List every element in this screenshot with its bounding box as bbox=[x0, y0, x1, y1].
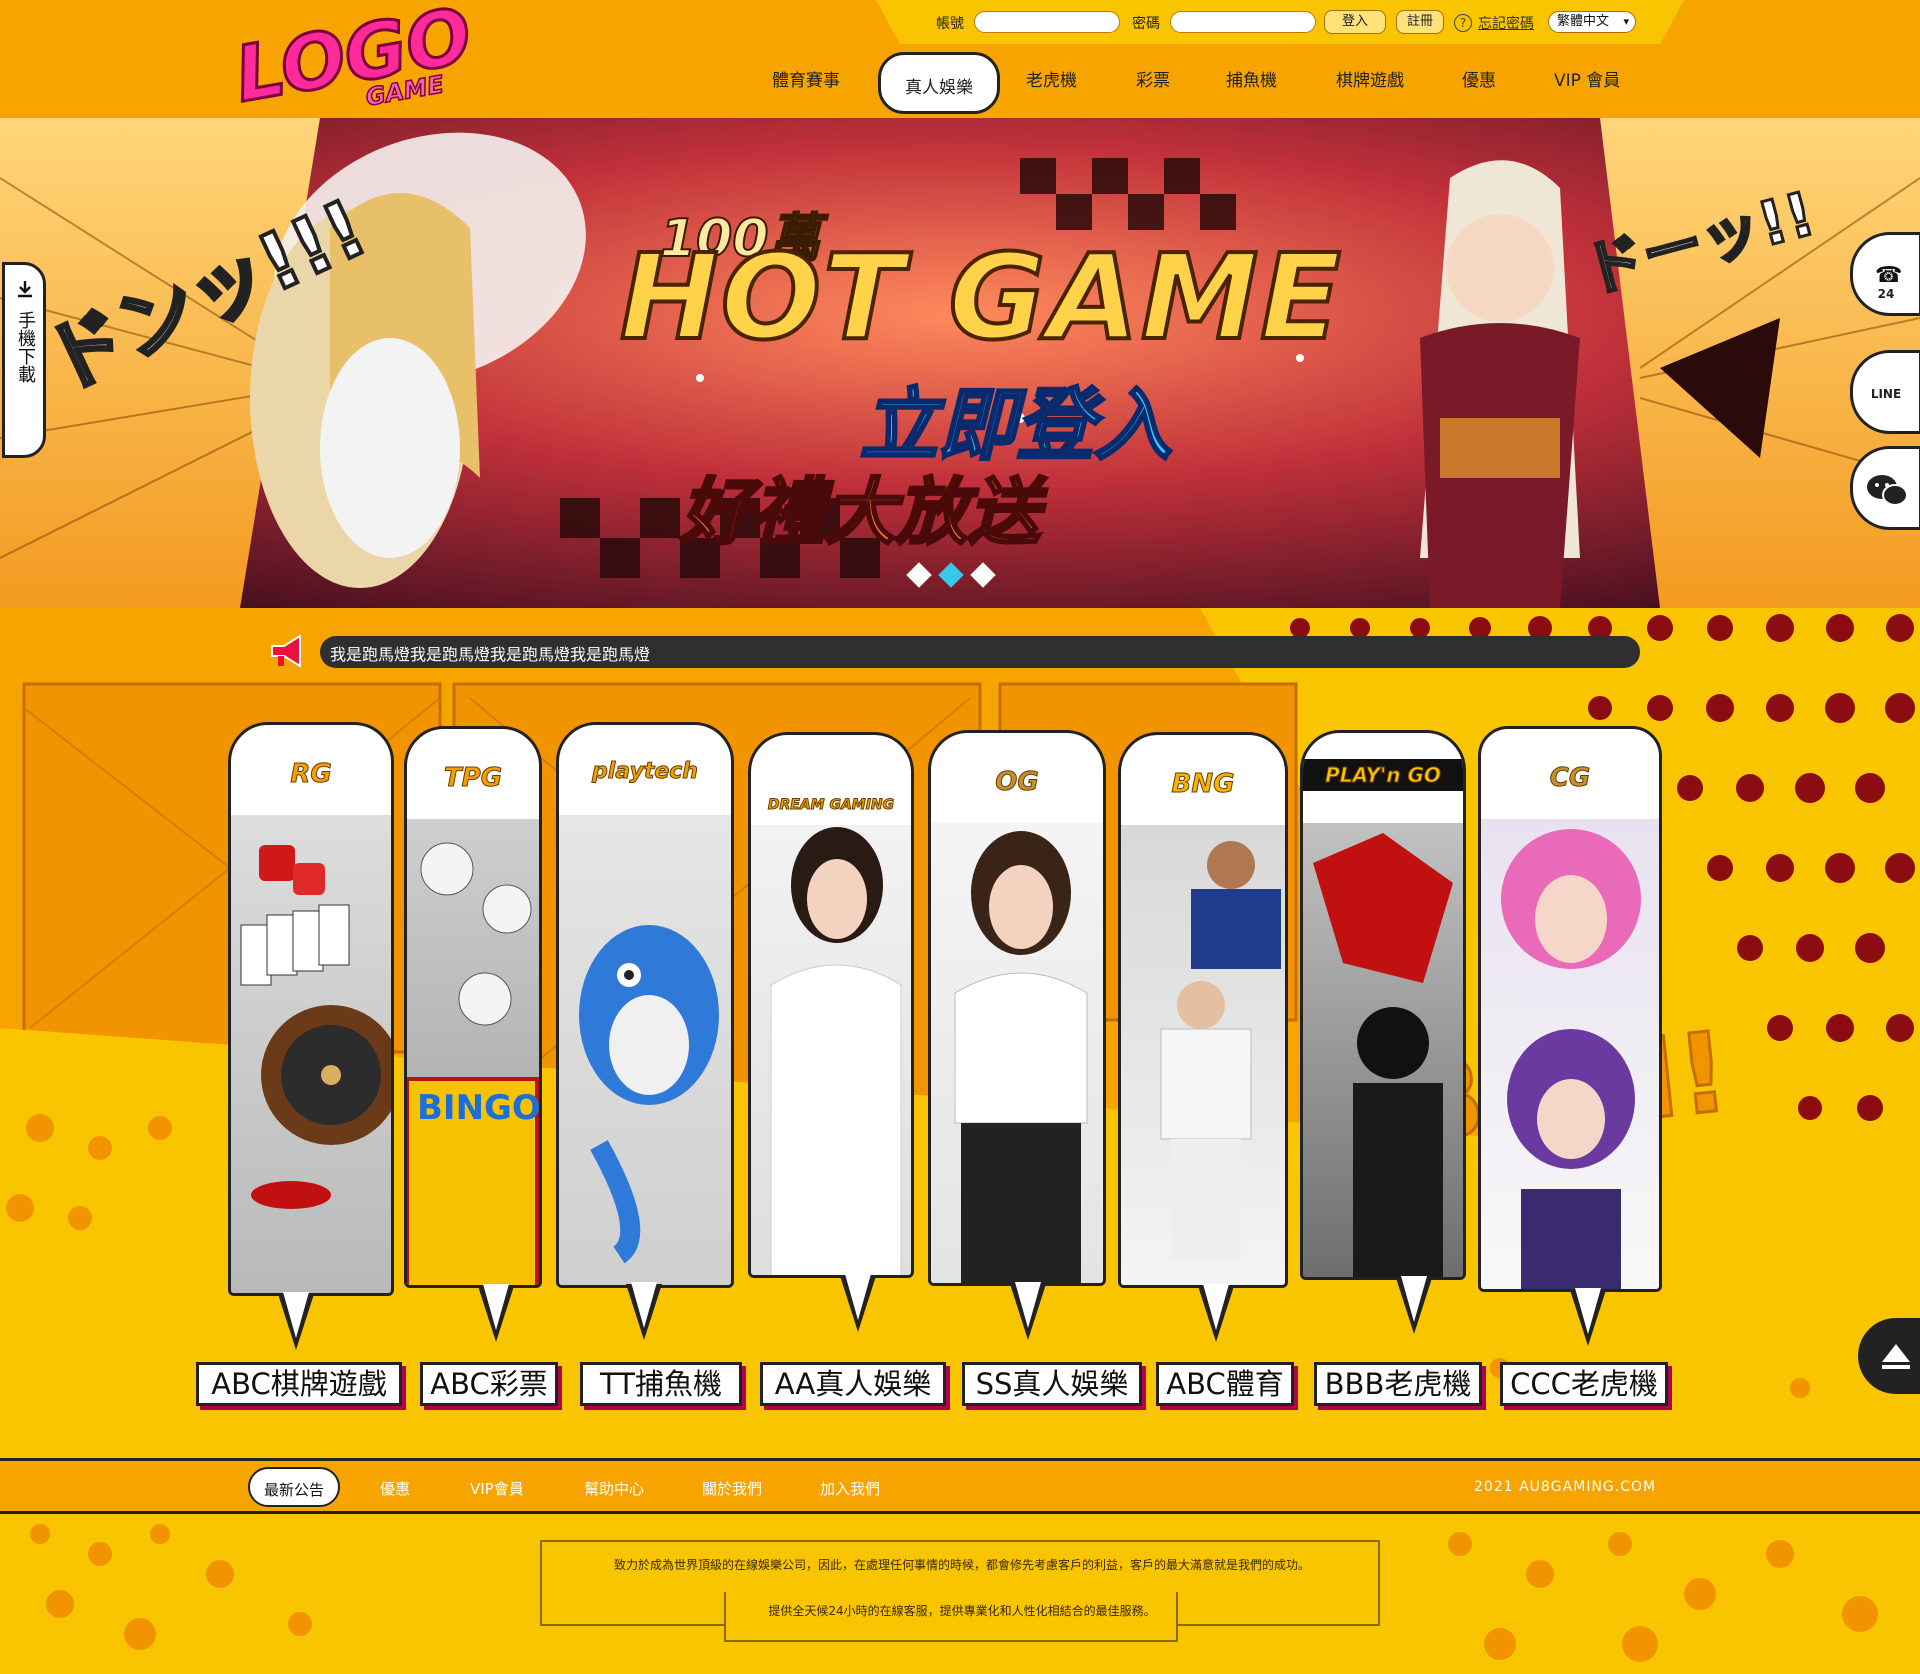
provider-artwork bbox=[231, 815, 391, 1293]
provider-artwork bbox=[751, 825, 911, 1275]
card-tail bbox=[1198, 1284, 1234, 1342]
mobile-download-label: 手機下載 bbox=[15, 311, 36, 383]
banner-tagline: 好禮大放送 bbox=[678, 469, 1041, 556]
provider-card-og[interactable]: OG bbox=[928, 730, 1106, 1286]
arrow-up-icon bbox=[1882, 1344, 1910, 1369]
card-tail bbox=[840, 1274, 876, 1332]
footer: 致力於成為世界頂級的在線娛樂公司，因此，在處理任何事情的時候，都會修先考慮客戶的… bbox=[0, 1514, 1920, 1674]
provider-logo: OG bbox=[995, 767, 1039, 798]
card-tail bbox=[1010, 1282, 1046, 1340]
footer-nav-vip[interactable]: VIP會員 bbox=[470, 1478, 524, 1499]
nav-card-games[interactable]: 棋牌遊戲 bbox=[1336, 66, 1404, 91]
footer-info-box-tab: 提供全天候24小時的在線客服，提供專業化和人性化相結合的最佳服務。 bbox=[724, 1592, 1178, 1642]
provider-card-tpg[interactable]: TPG BINGO bbox=[404, 726, 542, 1288]
copyright: 2021 AU8GAMING.COM bbox=[1474, 1479, 1657, 1495]
provider-card-bng[interactable]: BNG bbox=[1118, 732, 1288, 1288]
provider-label[interactable]: CCC老虎機 bbox=[1500, 1362, 1668, 1406]
site-header: LOGO GAME 帳號 密碼 登入 註冊 ? 忘記密碼 繁體中文 ▾ 體育賽事… bbox=[0, 0, 1920, 121]
login-button[interactable]: 登入 bbox=[1324, 10, 1386, 34]
language-selected: 繁體中文 bbox=[1557, 14, 1610, 29]
provider-label[interactable]: ABC體育 bbox=[1156, 1362, 1294, 1406]
nav-vip[interactable]: VIP 會員 bbox=[1554, 66, 1620, 91]
chevron-down-icon: ▾ bbox=[1623, 15, 1629, 28]
banner-headline: HOT GAME bbox=[618, 226, 1343, 368]
support-24h-button[interactable]: ☎ 24 bbox=[1850, 232, 1920, 316]
forgot-password-link[interactable]: 忘記密碼 bbox=[1478, 13, 1534, 33]
line-label: LINE bbox=[1870, 387, 1902, 401]
footer-text-line1: 致力於成為世界頂級的在線娛樂公司，因此，在處理任何事情的時候，都會修先考慮客戶的… bbox=[613, 1558, 1310, 1572]
svg-text:BINGO: BINGO bbox=[417, 1088, 541, 1128]
provider-card-rg[interactable]: RG bbox=[228, 722, 394, 1296]
provider-card-playngo[interactable]: PLAY'n GO bbox=[1300, 730, 1466, 1280]
footer-nav-help[interactable]: 幫助中心 bbox=[584, 1478, 644, 1499]
nav-slots[interactable]: 老虎機 bbox=[1026, 66, 1077, 91]
megaphone-icon bbox=[271, 634, 301, 668]
provider-artwork bbox=[1481, 819, 1659, 1289]
nav-lottery[interactable]: 彩票 bbox=[1136, 66, 1170, 91]
provider-card-playtech[interactable]: playtech bbox=[556, 722, 734, 1288]
provider-label[interactable]: SS真人娛樂 bbox=[962, 1362, 1142, 1406]
wechat-button[interactable] bbox=[1850, 446, 1920, 530]
mobile-download-tab[interactable]: 手機下載 bbox=[2, 262, 46, 458]
nav-promotions[interactable]: 優惠 bbox=[1462, 66, 1496, 91]
footer-nav-about[interactable]: 關於我們 bbox=[702, 1478, 762, 1499]
footer-nav-promotions[interactable]: 優惠 bbox=[380, 1478, 410, 1499]
account-label: 帳號 bbox=[936, 16, 964, 32]
provider-label[interactable]: ABC棋牌遊戲 bbox=[196, 1362, 402, 1406]
provider-label[interactable]: AA真人娛樂 bbox=[760, 1362, 946, 1406]
password-label: 密碼 bbox=[1132, 16, 1160, 32]
register-button[interactable]: 註冊 bbox=[1396, 10, 1444, 34]
wechat-icon bbox=[1867, 475, 1908, 506]
provider-artwork: BINGO bbox=[407, 819, 539, 1285]
card-tail bbox=[478, 1284, 514, 1342]
provider-logo: RG bbox=[290, 759, 332, 790]
provider-artwork bbox=[1121, 825, 1285, 1285]
login-bar: 帳號 密碼 登入 註冊 ? 忘記密碼 繁體中文 ▾ bbox=[876, 0, 1684, 44]
account-input[interactable] bbox=[974, 11, 1120, 33]
marquee: 我是跑馬燈我是跑馬燈我是跑馬燈我是跑馬燈 bbox=[320, 636, 1640, 668]
phone-icon: ☎ bbox=[1875, 263, 1903, 288]
line-button[interactable]: LINE bbox=[1850, 350, 1920, 434]
site-logo[interactable]: LOGO GAME bbox=[227, 0, 480, 121]
footer-text-line2: 提供全天候24小時的在線客服，提供專業化和人性化相結合的最佳服務。 bbox=[768, 1604, 1156, 1618]
download-icon bbox=[18, 281, 32, 298]
provider-logo: BNG bbox=[1171, 769, 1235, 800]
provider-section: BAM! 我是跑馬燈我是跑馬燈我是跑馬燈我是跑馬燈 RG TPG BINGO p… bbox=[0, 608, 1920, 1458]
nav-sports[interactable]: 體育賽事 bbox=[772, 66, 840, 91]
provider-label[interactable]: ABC彩票 bbox=[420, 1362, 558, 1406]
footer-nav: 最新公告 優惠 VIP會員 幫助中心 關於我們 加入我們 2021 AU8GAM… bbox=[0, 1458, 1920, 1514]
language-select[interactable]: 繁體中文 ▾ bbox=[1548, 11, 1636, 33]
help-icon: ? bbox=[1454, 14, 1472, 32]
password-input[interactable] bbox=[1170, 11, 1316, 33]
provider-artwork bbox=[559, 815, 731, 1285]
provider-logo: playtech bbox=[592, 759, 699, 785]
hero-banner[interactable]: ドンッ!!! ドーッ!! 100萬 HOT GAME 立即登入 好禮大放送 bbox=[0, 118, 1920, 608]
provider-label[interactable]: TT捕魚機 bbox=[580, 1362, 742, 1406]
card-tail bbox=[1570, 1288, 1606, 1346]
provider-logo: PLAY'n GO bbox=[1303, 759, 1463, 791]
card-tail bbox=[626, 1282, 662, 1340]
footer-nav-announcements[interactable]: 最新公告 bbox=[248, 1467, 341, 1507]
provider-logo: CG bbox=[1549, 763, 1591, 794]
card-tail bbox=[278, 1292, 314, 1350]
provider-artwork bbox=[1303, 823, 1463, 1277]
provider-label[interactable]: BBB老虎機 bbox=[1314, 1362, 1482, 1406]
provider-card-cg[interactable]: CG bbox=[1478, 726, 1662, 1292]
support-24-label: 24 bbox=[1877, 287, 1895, 301]
nav-live-casino[interactable]: 真人娛樂 bbox=[878, 52, 1000, 114]
marquee-text: 我是跑馬燈我是跑馬燈我是跑馬燈我是跑馬燈 bbox=[330, 645, 651, 664]
footer-nav-join[interactable]: 加入我們 bbox=[820, 1478, 880, 1499]
provider-logo: TPG bbox=[443, 763, 503, 794]
card-tail bbox=[1396, 1276, 1432, 1334]
provider-logo: DREAM GAMING bbox=[767, 797, 895, 814]
provider-card-dreamgaming[interactable]: DREAM GAMING bbox=[748, 732, 914, 1278]
nav-fishing[interactable]: 捕魚機 bbox=[1226, 66, 1277, 91]
provider-artwork bbox=[931, 823, 1103, 1283]
